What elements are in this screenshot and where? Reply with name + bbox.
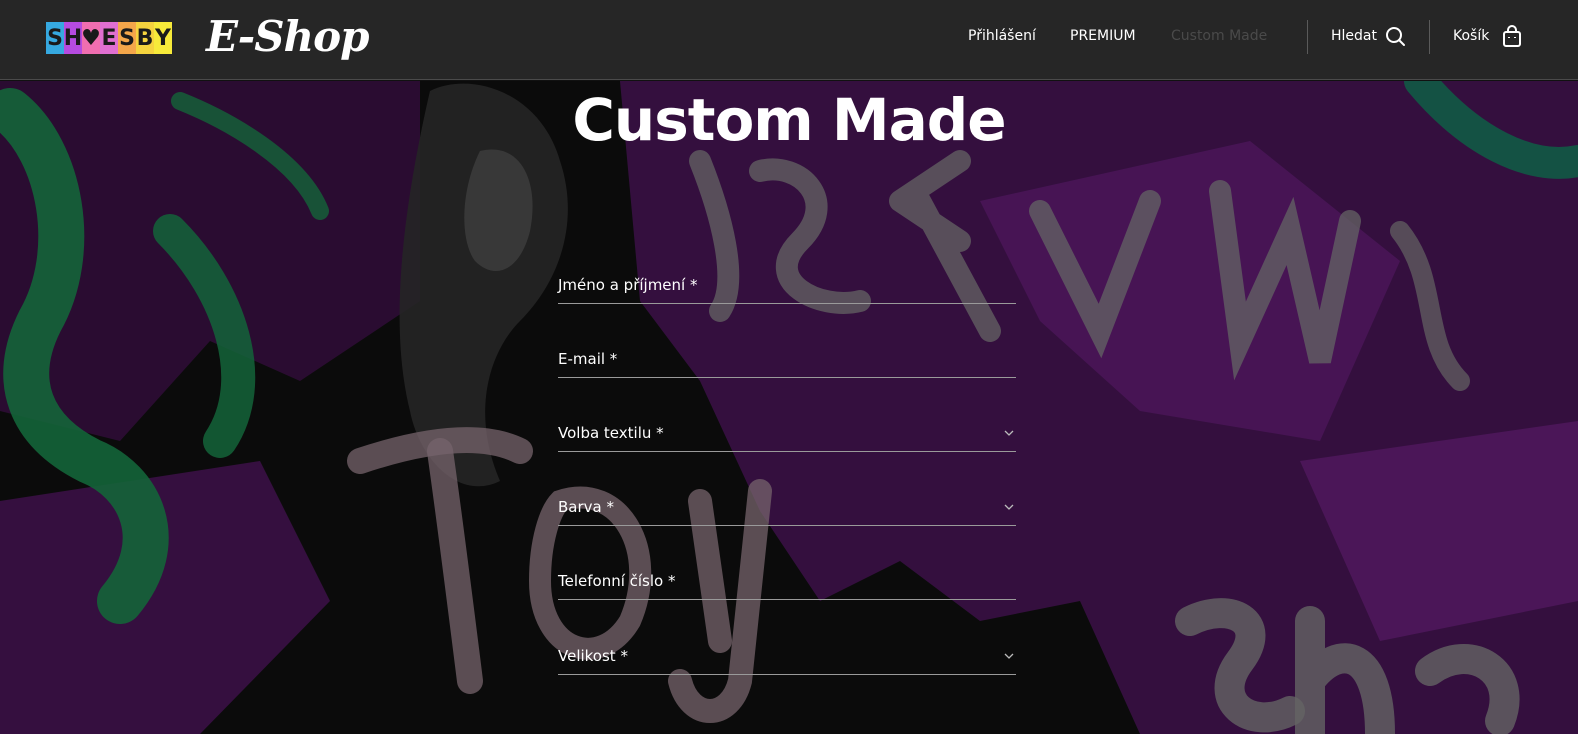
eshop-wordmark[interactable]: E-Shop — [206, 12, 369, 61]
logo-letter: ♥ — [81, 22, 101, 54]
logo-letter: H — [64, 22, 82, 54]
nav-premium[interactable]: PREMIUM — [1070, 28, 1136, 48]
nav-search[interactable]: Hledat — [1331, 28, 1377, 48]
search-icon[interactable] — [1384, 24, 1406, 48]
logo-letter: S — [46, 22, 64, 54]
nav-custom-made[interactable]: Custom Made — [1171, 28, 1267, 48]
graffiti-background — [0, 81, 1578, 734]
shopping-bag-icon[interactable] — [1501, 24, 1523, 48]
logo-letter: S — [118, 22, 136, 54]
phone-field-label: Telefonní číslo * — [558, 572, 676, 590]
color-select[interactable]: Barva * — [558, 496, 1016, 526]
chevron-down-icon — [1004, 653, 1014, 659]
page-title: Custom Made — [572, 86, 1006, 154]
name-field[interactable]: Jméno a příjmení * — [558, 274, 1016, 304]
chevron-down-icon — [1004, 430, 1014, 436]
email-field[interactable]: E-mail * — [558, 348, 1016, 378]
nav-divider — [1429, 20, 1430, 54]
nav-login[interactable]: Přihlášení — [968, 28, 1036, 48]
nav-cart[interactable]: Košík — [1453, 28, 1489, 48]
textile-select[interactable]: Volba textilu * — [558, 422, 1016, 452]
shoesby-logo[interactable]: S H ♥ E S B Y — [46, 22, 172, 54]
size-select-label: Velikost * — [558, 647, 628, 665]
textile-select-label: Volba textilu * — [558, 424, 664, 442]
chevron-down-icon — [1004, 504, 1014, 510]
logo-letter: B — [136, 22, 154, 54]
color-select-label: Barva * — [558, 498, 614, 516]
logo-letter: Y — [154, 22, 172, 54]
logo-letter: E — [100, 22, 118, 54]
size-select[interactable]: Velikost * — [558, 645, 1016, 675]
site-header: S H ♥ E S B Y E-Shop Přihlášení PREMIUM … — [0, 0, 1578, 80]
email-field-label: E-mail * — [558, 350, 618, 368]
nav-divider — [1307, 20, 1308, 54]
phone-field[interactable]: Telefonní číslo * — [558, 570, 1016, 600]
name-field-label: Jméno a příjmení * — [558, 276, 698, 294]
